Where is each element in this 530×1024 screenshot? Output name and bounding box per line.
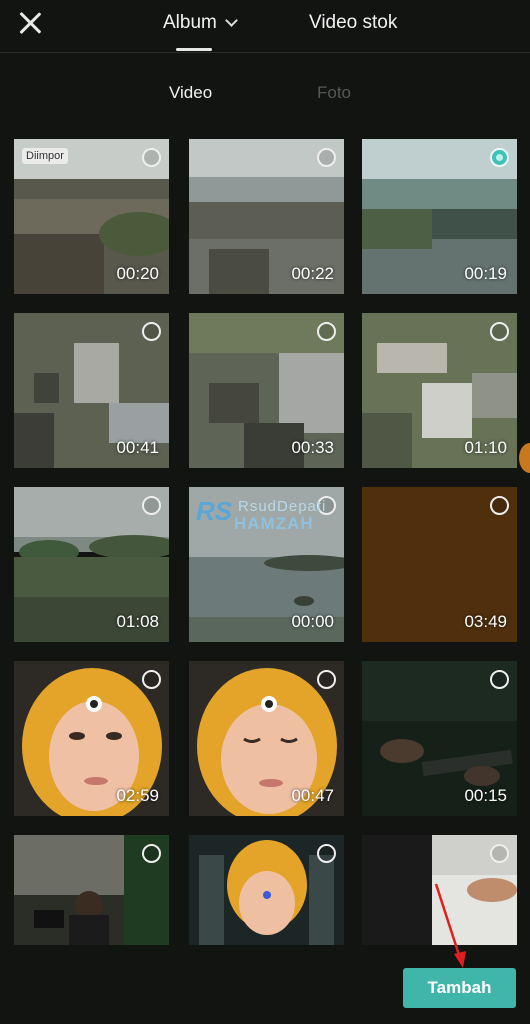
video-duration: 03:49 (464, 612, 507, 631)
side-handle[interactable] (519, 443, 530, 473)
video-duration: 00:19 (464, 264, 507, 283)
media-tile[interactable]: Diimpor 00:20 (14, 139, 169, 294)
subtab-video[interactable]: Video (169, 83, 212, 103)
select-circle[interactable] (317, 322, 336, 341)
top-bar: Album Video stok (0, 0, 530, 53)
select-circle[interactable] (317, 148, 336, 167)
select-circle-selected[interactable] (490, 148, 509, 167)
media-tile[interactable]: 00:15 (362, 661, 517, 816)
select-circle[interactable] (490, 670, 509, 689)
tab-album-label: Album (163, 12, 217, 33)
media-tile[interactable] (189, 835, 344, 945)
select-circle[interactable] (142, 496, 161, 515)
tab-active-indicator (176, 48, 212, 51)
select-circle[interactable] (490, 496, 509, 515)
select-circle[interactable] (490, 322, 509, 341)
media-tile[interactable]: 00:33 (189, 313, 344, 468)
video-duration: 00:00 (291, 612, 334, 631)
chevron-down-icon (224, 13, 238, 27)
select-circle[interactable] (317, 670, 336, 689)
select-circle[interactable] (317, 844, 336, 863)
select-circle[interactable] (490, 844, 509, 863)
media-tile[interactable] (14, 835, 169, 945)
select-circle[interactable] (317, 496, 336, 515)
video-duration: 00:20 (116, 264, 159, 283)
video-duration: 01:08 (116, 612, 159, 631)
select-circle[interactable] (142, 844, 161, 863)
video-duration: 00:47 (291, 786, 334, 805)
select-circle[interactable] (142, 148, 161, 167)
media-tile[interactable]: 00:19 (362, 139, 517, 294)
media-tile[interactable]: 03:49 (362, 487, 517, 642)
media-tile[interactable]: 00:22 (189, 139, 344, 294)
media-tile[interactable]: 00:47 (189, 661, 344, 816)
media-tile[interactable]: 00:41 (14, 313, 169, 468)
media-tile[interactable]: 02:59 (14, 661, 169, 816)
media-tile[interactable]: 01:08 (14, 487, 169, 642)
media-tile[interactable]: 01:10 (362, 313, 517, 468)
tab-album[interactable]: Album (163, 12, 238, 34)
media-tile[interactable] (362, 835, 517, 945)
video-duration: 00:15 (464, 786, 507, 805)
video-duration: 00:22 (291, 264, 334, 283)
close-icon[interactable] (18, 11, 42, 35)
imported-badge: Diimpor (22, 148, 68, 164)
video-duration: 00:33 (291, 438, 334, 457)
subtab-photo[interactable]: Foto (317, 83, 351, 103)
tab-video-stock[interactable]: Video stok (309, 12, 397, 34)
add-button[interactable]: Tambah (403, 968, 516, 1008)
select-circle[interactable] (142, 322, 161, 341)
video-duration: 00:41 (116, 438, 159, 457)
media-tile[interactable]: 00:00 (189, 487, 344, 642)
video-duration: 01:10 (464, 438, 507, 457)
video-duration: 02:59 (116, 786, 159, 805)
select-circle[interactable] (142, 670, 161, 689)
